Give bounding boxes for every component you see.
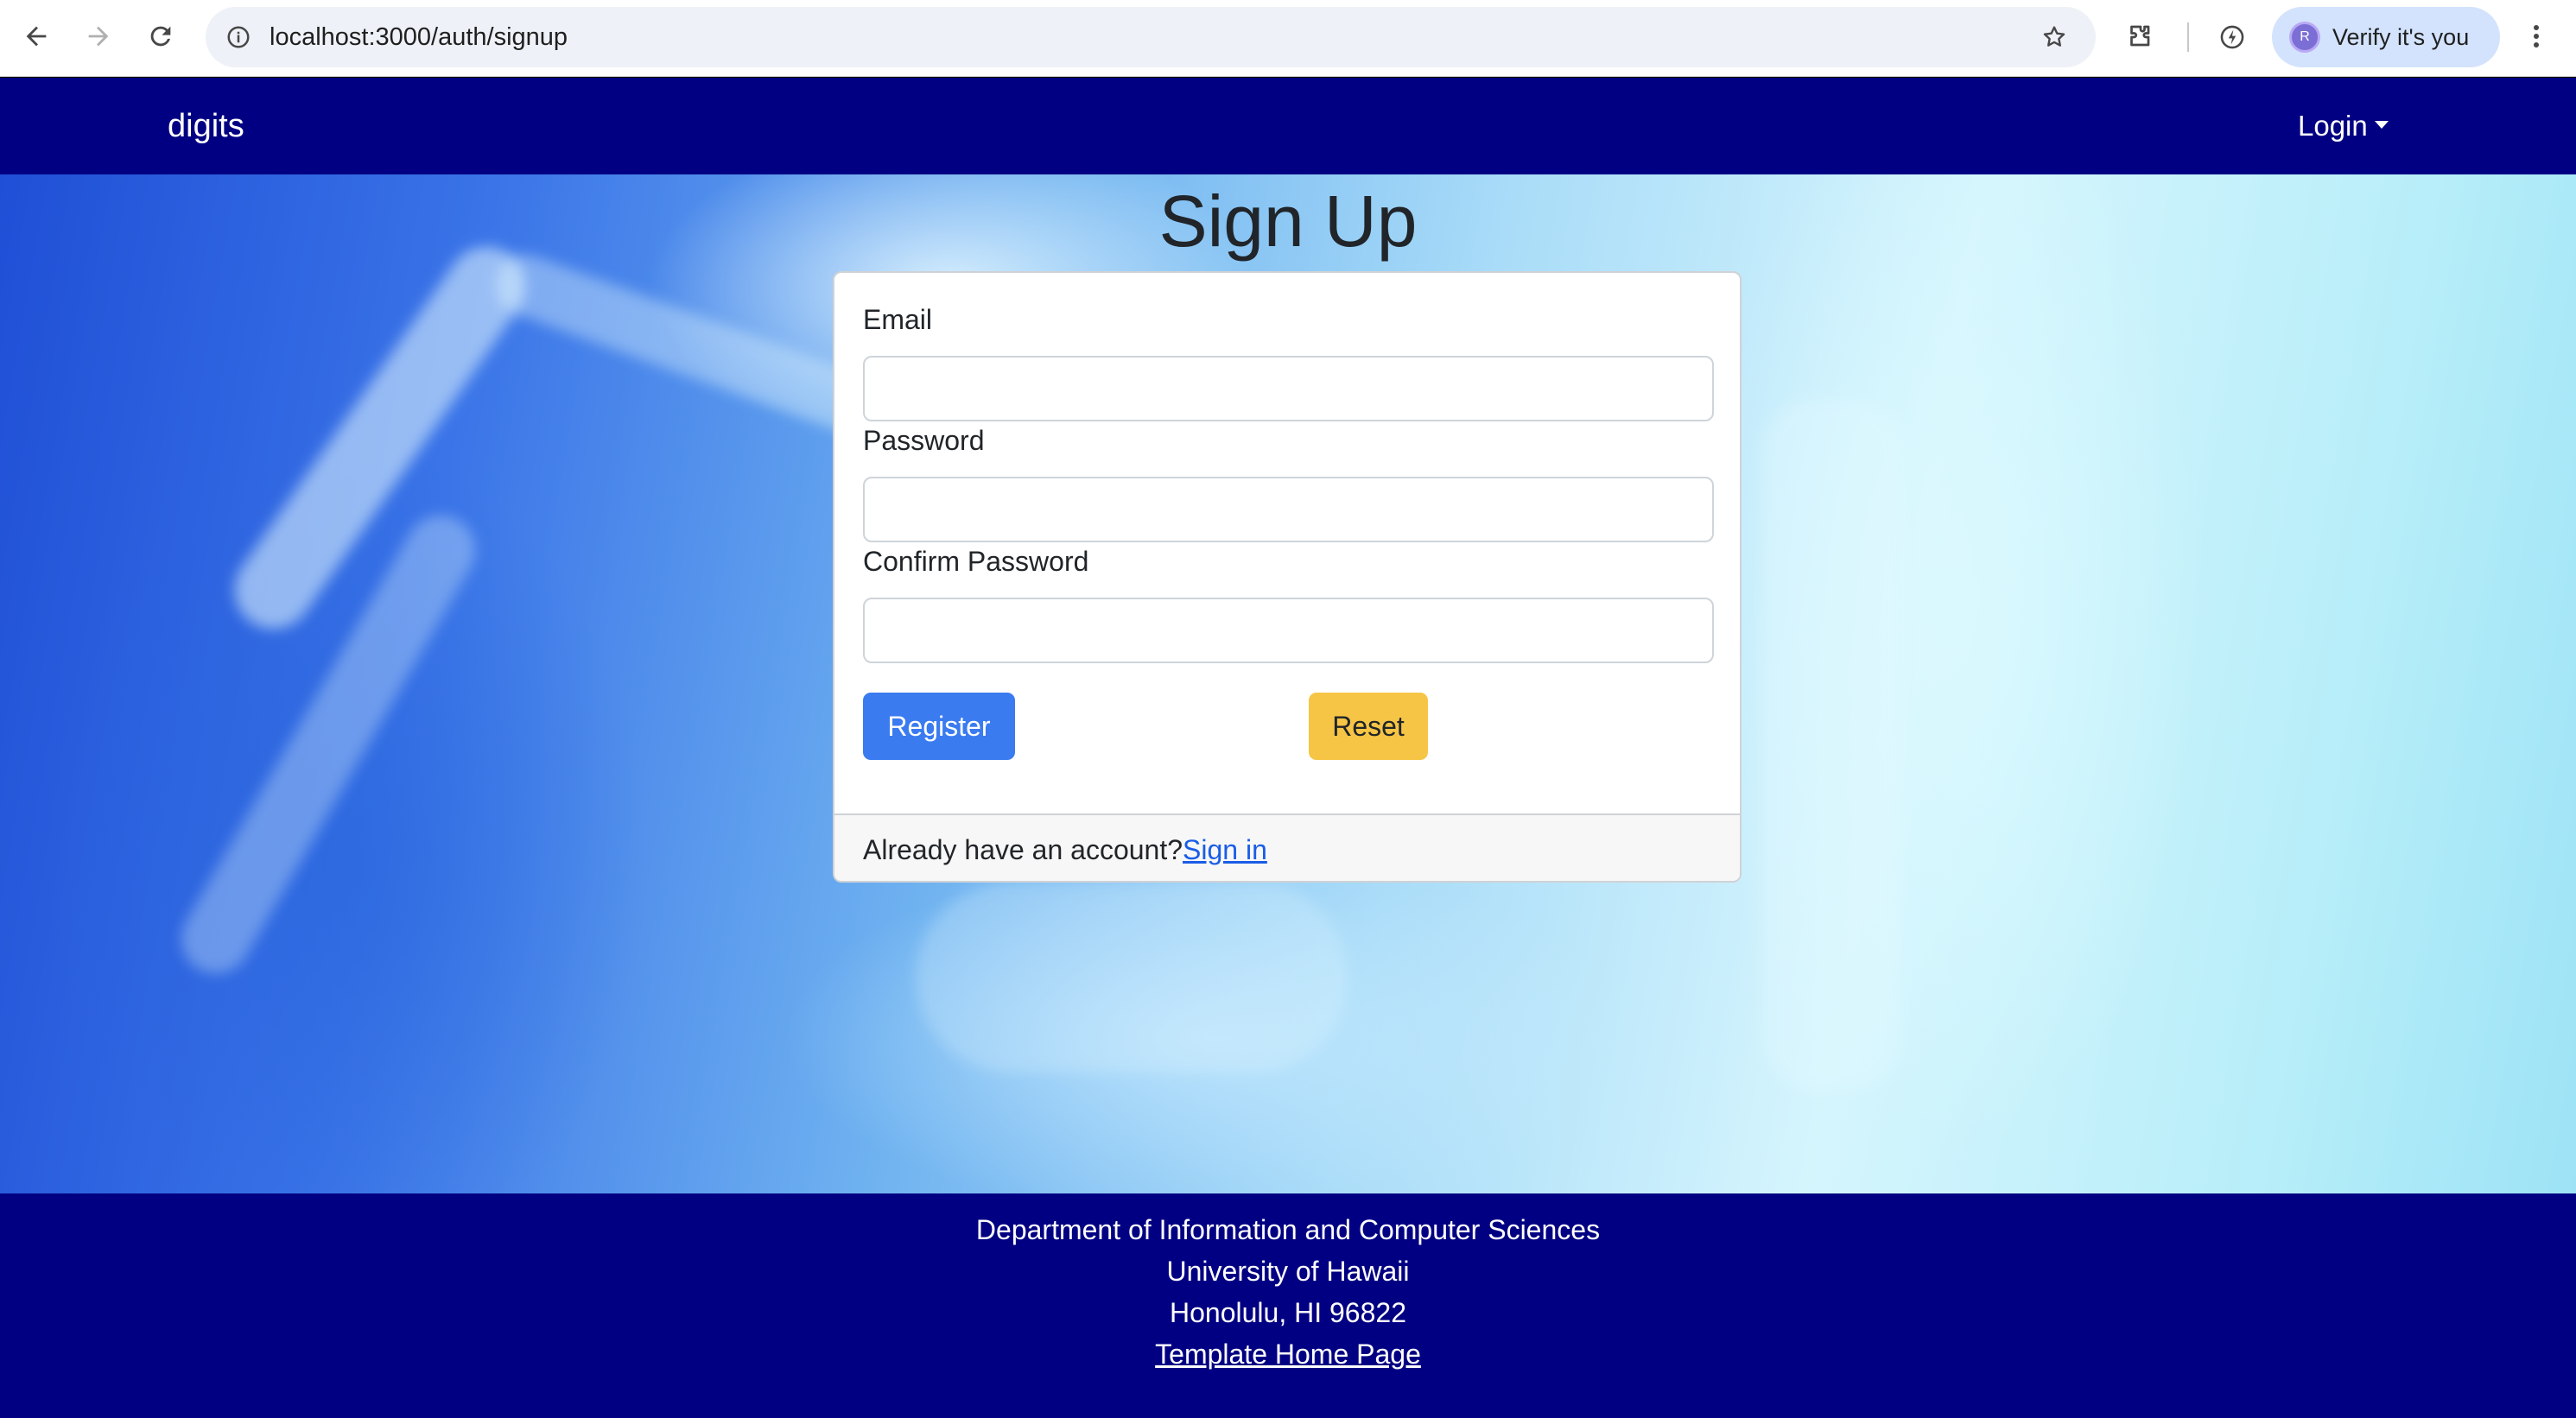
- web-page: digits Login Sign Up Email Password Conf…: [0, 78, 2576, 1418]
- reset-button[interactable]: Reset: [1309, 693, 1428, 760]
- card-footer: Already have an account?Sign in: [834, 813, 1740, 881]
- back-button[interactable]: [10, 10, 62, 62]
- profile-verify-label: Verify it's you: [2332, 24, 2470, 50]
- confirm-password-field[interactable]: [863, 598, 1714, 663]
- password-field[interactable]: [863, 477, 1714, 542]
- browser-menu-icon[interactable]: [2519, 17, 2554, 55]
- template-home-link[interactable]: Template Home Page: [1155, 1339, 1421, 1370]
- signin-prompt: Already have an account?Sign in: [863, 815, 1267, 881]
- signin-link[interactable]: Sign in: [1183, 834, 1267, 865]
- background-streak: [916, 883, 1348, 1073]
- performance-icon[interactable]: [2208, 13, 2256, 61]
- forward-arrow-icon: [88, 26, 109, 47]
- footer-address: Honolulu, HI 96822: [1170, 1297, 1406, 1328]
- avatar: R: [2289, 22, 2320, 53]
- background-streak: [219, 231, 541, 644]
- account-prompt-text: Already have an account?: [863, 834, 1183, 865]
- footer-department: Department of Information and Computer S…: [975, 1214, 1601, 1245]
- footer-link-row: Template Home Page: [0, 1339, 2576, 1371]
- footer-university: University of Hawaii: [1166, 1256, 1410, 1287]
- profile-verify-button[interactable]: R Verify it's you: [2272, 7, 2500, 67]
- signup-card: Email Password Confirm Password Register…: [833, 271, 1742, 883]
- page-title: Sign Up: [1158, 180, 1418, 262]
- reload-button[interactable]: [135, 10, 187, 62]
- top-navbar: digits Login: [0, 78, 2576, 174]
- address-bar[interactable]: localhost:3000/auth/signup: [206, 7, 2096, 67]
- login-dropdown[interactable]: Login: [2298, 78, 2389, 174]
- url-text[interactable]: localhost:3000/auth/signup: [270, 7, 568, 67]
- password-label: Password: [863, 425, 985, 456]
- site-info-icon[interactable]: [221, 20, 256, 54]
- background-streak: [1762, 399, 1900, 1090]
- extensions-puzzle-icon[interactable]: [2116, 13, 2165, 61]
- confirm-password-label: Confirm Password: [863, 546, 1089, 577]
- page-footer: Department of Information and Computer S…: [0, 1193, 2576, 1418]
- brand-link[interactable]: digits: [168, 78, 244, 174]
- reload-icon: [150, 26, 171, 47]
- hero-background: Sign Up Email Password Confirm Password …: [0, 174, 2576, 1193]
- register-button[interactable]: Register: [863, 693, 1015, 760]
- forward-button[interactable]: [73, 10, 124, 62]
- toolbar-divider: [2187, 22, 2189, 52]
- bookmark-star-icon[interactable]: [2037, 20, 2072, 54]
- email-field[interactable]: [863, 356, 1714, 421]
- caret-down-icon: [2374, 120, 2389, 129]
- back-arrow-icon: [26, 26, 47, 47]
- login-dropdown-label: Login: [2298, 110, 2368, 142]
- browser-toolbar: localhost:3000/auth/signup R Verify it's…: [0, 0, 2576, 77]
- email-label: Email: [863, 304, 933, 335]
